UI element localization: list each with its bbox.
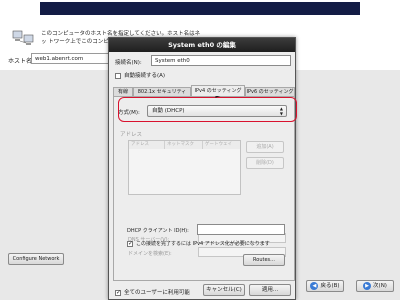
all-users-label: 全てのユーザーに利用可能 [124, 290, 190, 296]
column-address: アドレス [129, 141, 165, 149]
tab-8021x-security[interactable]: 802.1x セキュリティ [133, 87, 191, 96]
addresses-table[interactable]: アドレス ネットマスク ゲートウェイ [128, 140, 241, 195]
dialog-title: System eth0 の編集 [109, 38, 295, 52]
dhcp-client-id-input[interactable] [197, 224, 285, 235]
configure-network-button[interactable]: Configure Network [8, 253, 64, 265]
connection-name-label: 接続名(N): [115, 60, 142, 66]
cancel-button[interactable]: キャンセル(C) [203, 284, 245, 296]
next-button-label: 次(N) [373, 283, 387, 289]
tab-ipv6-settings[interactable]: IPv6 のセッティング [245, 87, 295, 96]
routes-button[interactable]: Routes... [243, 254, 285, 266]
ipv4-required-label: この接続を完了するには IPv4 アドレス化が必要になります [136, 241, 270, 247]
ipv4-required-checkbox[interactable] [127, 240, 133, 247]
all-users-checkbox[interactable] [115, 289, 121, 296]
column-netmask: ネットマスク [165, 141, 203, 149]
autoconnect-option[interactable]: 自動接続する(A) [115, 71, 165, 79]
tab-wired[interactable]: 有線 [113, 87, 133, 96]
dhcp-client-id-label: DHCP クライアント ID(H): [127, 228, 189, 234]
back-button[interactable]: ◀ 戻る(B) [306, 280, 344, 292]
apply-button[interactable]: 適用... [249, 284, 291, 296]
hostname-input[interactable]: web1.abenrt.com [31, 53, 116, 64]
ipv4-required-option[interactable]: この接続を完了するには IPv4 アドレス化が必要になります [127, 240, 270, 247]
autoconnect-label: 自動接続する(A) [124, 73, 166, 79]
next-button[interactable]: ▶ 次(N) [356, 280, 394, 292]
back-arrow-icon: ◀ [310, 281, 319, 290]
back-button-label: 戻る(B) [320, 283, 340, 289]
column-gateway: ゲートウェイ [203, 141, 240, 149]
tab-ipv4-settings[interactable]: IPv4 のセッティング [191, 85, 245, 96]
delete-address-button[interactable]: 削除(D) [246, 157, 284, 169]
search-domains-label: ドメインを検索(E): [128, 251, 172, 257]
autoconnect-checkbox[interactable] [115, 72, 121, 79]
settings-tabs: 有線 802.1x セキュリティ IPv4 のセッティング IPv6 のセッティ… [113, 85, 295, 96]
next-arrow-icon: ▶ [363, 281, 372, 290]
method-highlight-annotation [118, 97, 297, 122]
addresses-label: アドレス [120, 132, 143, 138]
edit-connection-dialog: System eth0 の編集 接続名(N): System eth0 自動接続… [108, 37, 296, 300]
add-address-button[interactable]: 追加(A) [246, 141, 284, 153]
network-computer-icon [12, 30, 34, 46]
all-users-option[interactable]: 全てのユーザーに利用可能 [115, 288, 190, 296]
installer-top-banner [40, 2, 360, 15]
connection-name-input[interactable]: System eth0 [151, 55, 291, 66]
